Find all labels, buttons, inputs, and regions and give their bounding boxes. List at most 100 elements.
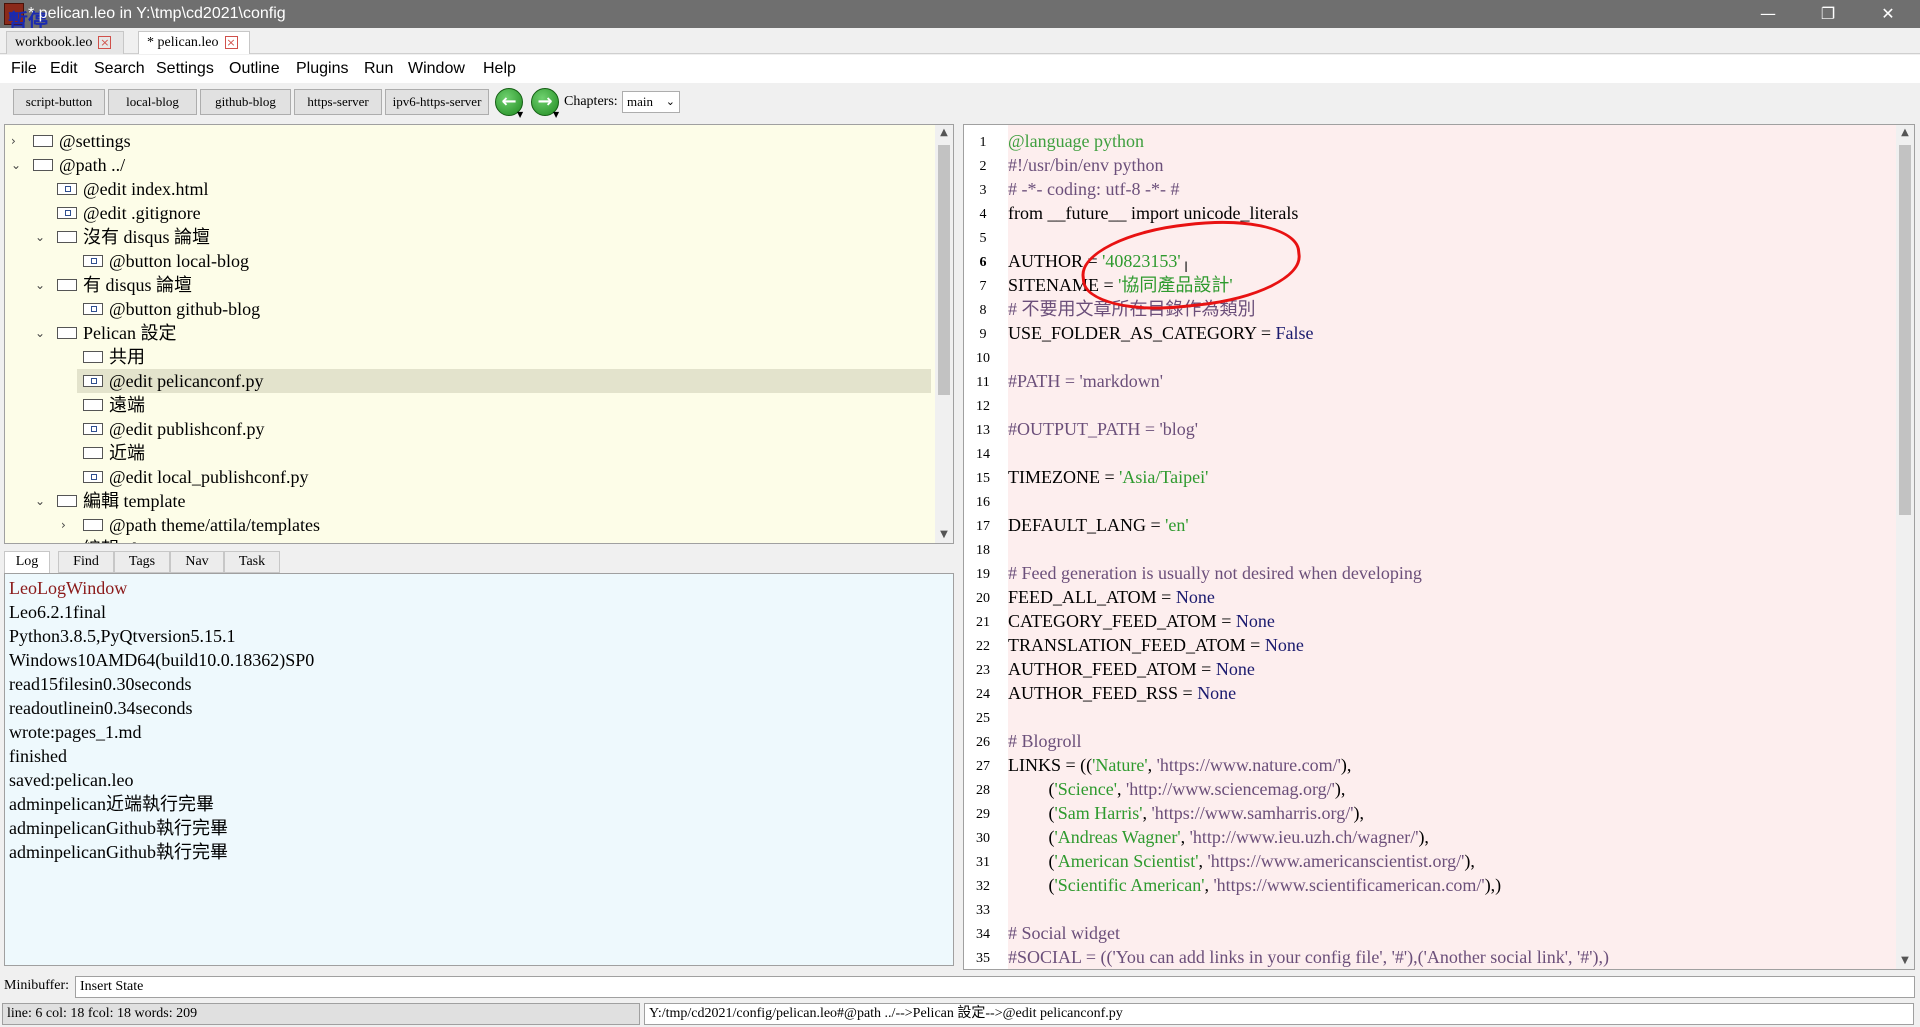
code-line[interactable]: # Blogroll [1008, 729, 1082, 753]
script-button[interactable]: script-button [13, 89, 105, 115]
chevron-down-icon[interactable]: ⌄ [35, 225, 49, 249]
line-number-gutter: 1 2 3 4 5 6 7 8 9 10 11 12 13 14 15 16 17 18 19 20 21 22 23 24 2… [964, 125, 1008, 969]
code-line[interactable]: ('Science', 'http://www.sciencemag.org/'… [1008, 777, 1346, 801]
outline-node[interactable]: @edit publishconf.py [77, 417, 931, 441]
code-line[interactable]: ('Andreas Wagner', 'http://www.ieu.uzh.c… [1008, 825, 1429, 849]
outline-scrollbar[interactable]: ▲ ▼ [935, 125, 953, 543]
outline-node[interactable]: › @settings [5, 129, 931, 153]
code-line[interactable]: # -*- coding: utf-8 -*- # [1008, 177, 1179, 201]
code-line[interactable]: #SOCIAL = (('You can add links in your c… [1008, 945, 1609, 969]
code-line[interactable]: LINKS = (('Nature', 'https://www.nature.… [1008, 753, 1351, 777]
menu-file[interactable]: File [11, 60, 37, 78]
code-line[interactable]: ('Scientific American', 'https://www.sci… [1008, 873, 1502, 897]
editor-scrollbar[interactable]: ▲ ▼ [1896, 125, 1914, 969]
outline-node[interactable]: ⌄ 編輯 template [5, 489, 931, 513]
chevron-down-icon[interactable]: ⌄ [35, 489, 49, 513]
scroll-down-icon[interactable]: ▼ [935, 527, 953, 543]
log-line: readoutlinein0.34seconds [9, 698, 193, 718]
node-icon [83, 375, 103, 387]
close-window-button[interactable]: ✕ [1860, 0, 1916, 28]
outline-node[interactable]: › @path theme/attila/templates [61, 513, 931, 537]
chapters-value: main [627, 94, 653, 109]
outline-pane[interactable]: › @settings ⌄ @path ../ @edit index.html @edi… [4, 124, 954, 544]
code-line[interactable]: # Social widget [1008, 921, 1120, 945]
window-title: * pelican.leo in Y:\tmp\cd2021\config [28, 5, 286, 22]
outline-node[interactable]: ⌄ 有 disqus 論壇 [5, 273, 931, 297]
code-line[interactable]: CATEGORY_FEED_ATOM = None [1008, 609, 1275, 633]
code-line[interactable]: FEED_ALL_ATOM = None [1008, 585, 1215, 609]
code-line[interactable]: ('American Scientist', 'https://www.amer… [1008, 849, 1475, 873]
code-line[interactable]: USE_FOLDER_AS_CATEGORY = False [1008, 321, 1314, 345]
chapters-select[interactable]: main ⌄ [622, 91, 680, 113]
chevron-down-icon[interactable]: ⌄ [35, 537, 49, 543]
node-icon [57, 207, 77, 219]
scrollbar-thumb[interactable] [1899, 145, 1911, 515]
forward-dropdown-icon[interactable]: ▼ [553, 110, 559, 119]
code-line[interactable]: # Feed generation is usually not desired… [1008, 561, 1422, 585]
outline-node[interactable]: 遠端 [77, 393, 931, 417]
code-line[interactable]: #!/usr/bin/env python [1008, 153, 1164, 177]
tab-pelican[interactable]: * pelican.leo × [138, 31, 250, 54]
code-token: 'Andreas Wagner' [1054, 827, 1181, 847]
menu-outline[interactable]: Outline [229, 60, 280, 78]
code-line[interactable]: TIMEZONE = 'Asia/Taipei' [1008, 465, 1208, 489]
back-dropdown-icon[interactable]: ▼ [517, 110, 523, 119]
code-line[interactable]: @language python [1008, 129, 1144, 153]
outline-node[interactable]: @edit index.html [5, 177, 931, 201]
menu-edit[interactable]: Edit [50, 60, 78, 78]
chevron-down-icon[interactable]: ⌄ [35, 321, 49, 345]
scroll-up-icon[interactable]: ▲ [1896, 125, 1914, 141]
close-icon[interactable]: × [98, 36, 112, 50]
code-line[interactable]: #PATH = 'markdown' [1008, 369, 1163, 393]
code-line[interactable]: ('Sam Harris', 'https://www.samharris.or… [1008, 801, 1364, 825]
tab-tags[interactable]: Tags [114, 551, 170, 573]
menu-help[interactable]: Help [483, 60, 516, 78]
close-icon[interactable]: × [224, 36, 238, 50]
outline-node[interactable]: 近端 [77, 441, 931, 465]
chevron-down-icon[interactable]: ⌄ [35, 273, 49, 297]
menu-plugins[interactable]: Plugins [296, 60, 348, 78]
chevron-right-icon[interactable]: › [61, 513, 75, 537]
code-line[interactable]: #OUTPUT_PATH = 'blog' [1008, 417, 1198, 441]
code-line[interactable]: TRANSLATION_FEED_ATOM = None [1008, 633, 1304, 657]
menu-settings[interactable]: Settings [156, 60, 214, 78]
body-editor[interactable]: 1 2 3 4 5 6 7 8 9 10 11 12 13 14 15 16 17 18 19 20 21 22 23 24 2… [963, 124, 1915, 970]
log-pane[interactable]: LeoLogWindow Leo6.2.1final Python3.8.5,PyQ… [4, 573, 954, 966]
https-server-button[interactable]: https-server [294, 89, 382, 115]
github-blog-button[interactable]: github-blog [200, 89, 291, 115]
local-blog-button[interactable]: local-blog [108, 89, 197, 115]
chevron-down-icon[interactable]: ⌄ [11, 153, 25, 177]
minibuffer-input[interactable]: Insert State [75, 976, 1915, 998]
code-line[interactable]: AUTHOR_FEED_ATOM = None [1008, 657, 1255, 681]
tab-nav[interactable]: Nav [170, 551, 224, 573]
outline-node[interactable]: 共用 [77, 345, 931, 369]
code-line[interactable]: AUTHOR_FEED_RSS = None [1008, 681, 1236, 705]
scrollbar-thumb[interactable] [938, 145, 950, 395]
outline-node[interactable]: ⌄ 沒有 disqus 論壇 [5, 225, 931, 249]
outline-node[interactable]: @edit local_publishconf.py [77, 465, 931, 489]
scroll-down-icon[interactable]: ▼ [1896, 953, 1914, 969]
outline-node[interactable]: ⌄ @path ../ [5, 153, 931, 177]
code-token: # Blogroll [1008, 731, 1082, 751]
tab-log[interactable]: Log [4, 551, 50, 573]
outline-node[interactable]: @button github-blog [77, 297, 931, 321]
chevron-right-icon[interactable]: › [11, 129, 25, 153]
code-line[interactable]: from __future__ import unicode_literals [1008, 201, 1298, 225]
code-line[interactable]: DEFAULT_LANG = 'en' [1008, 513, 1189, 537]
tab-workbook[interactable]: workbook.leo × [6, 31, 124, 54]
outline-node[interactable]: @edit pelicanconf.py [77, 369, 931, 393]
minimize-button[interactable]: — [1740, 0, 1796, 28]
outline-node[interactable]: ⌄ Pelican 設定 [5, 321, 931, 345]
outline-node[interactable]: @edit .gitignore [5, 201, 931, 225]
scroll-up-icon[interactable]: ▲ [935, 125, 953, 141]
node-icon [33, 135, 53, 147]
maximize-button[interactable]: ❐ [1800, 0, 1856, 28]
menu-run[interactable]: Run [364, 60, 393, 78]
tab-find[interactable]: Find [58, 551, 114, 573]
ipv6-https-server-button[interactable]: ipv6-https-server [385, 89, 489, 115]
menu-search[interactable]: Search [94, 60, 145, 78]
menu-window[interactable]: Window [408, 60, 465, 78]
outline-node[interactable]: @button local-blog [77, 249, 931, 273]
outline-node[interactable]: ⌄ 編輯 plugin [5, 537, 931, 543]
tab-task[interactable]: Task [224, 551, 280, 573]
